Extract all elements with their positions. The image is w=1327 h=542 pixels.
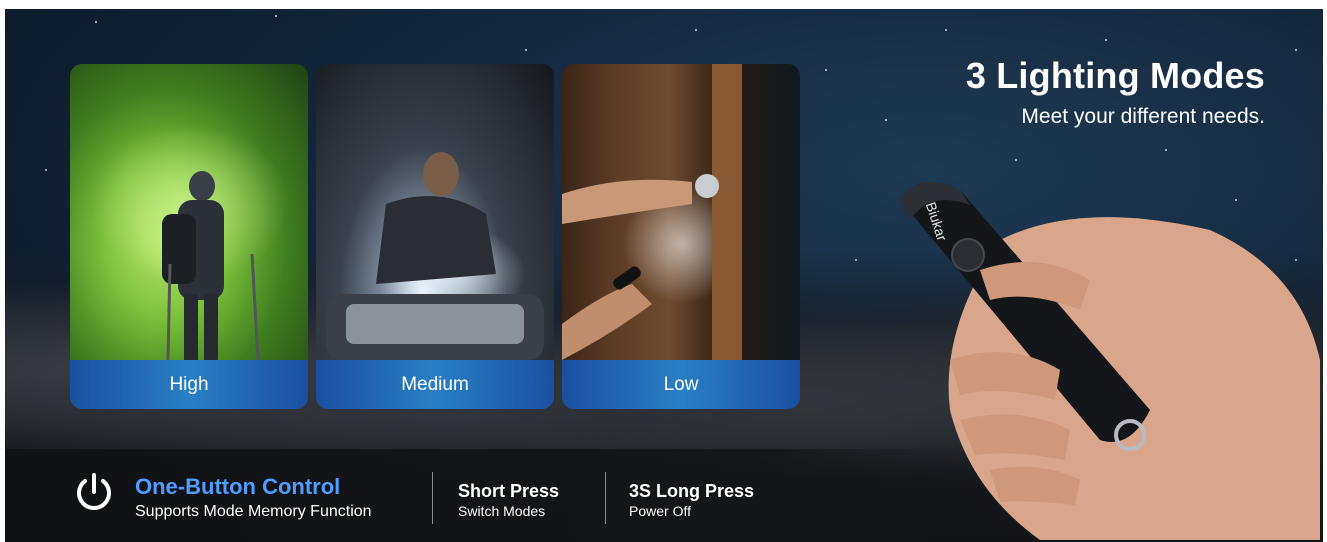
short-press-title: Short Press — [458, 481, 560, 501]
mode-card-low: Low — [562, 64, 800, 409]
mechanic-silhouette — [326, 152, 544, 360]
control-subtitle: Supports Mode Memory Function — [135, 503, 372, 520]
mode-label-low: Low — [562, 360, 800, 409]
door-hands-illustration — [562, 64, 742, 360]
mechanic-photo — [316, 64, 554, 360]
long-press-title: 3S Long Press — [629, 481, 755, 501]
divider — [605, 472, 606, 524]
mode-label-medium: Medium — [316, 360, 554, 409]
door-lock-photo — [562, 64, 800, 360]
control-title: One-Button Control — [135, 474, 341, 499]
mode-card-medium: Medium — [316, 64, 554, 409]
long-press-subtitle: Power Off — [629, 503, 691, 519]
power-icon — [77, 473, 111, 510]
mode-label-high: High — [70, 360, 308, 409]
page-title: 3 Lighting Modes — [965, 55, 1265, 96]
hiker-silhouette — [162, 171, 260, 360]
heading-block: 3 Lighting Modes Meet your different nee… — [966, 55, 1265, 129]
short-press-subtitle: Switch Modes — [458, 503, 546, 519]
hiker-photo — [70, 64, 308, 360]
divider — [432, 472, 433, 524]
page-subtitle: Meet your different needs. — [1021, 105, 1265, 128]
mode-card-high: High — [70, 64, 308, 409]
